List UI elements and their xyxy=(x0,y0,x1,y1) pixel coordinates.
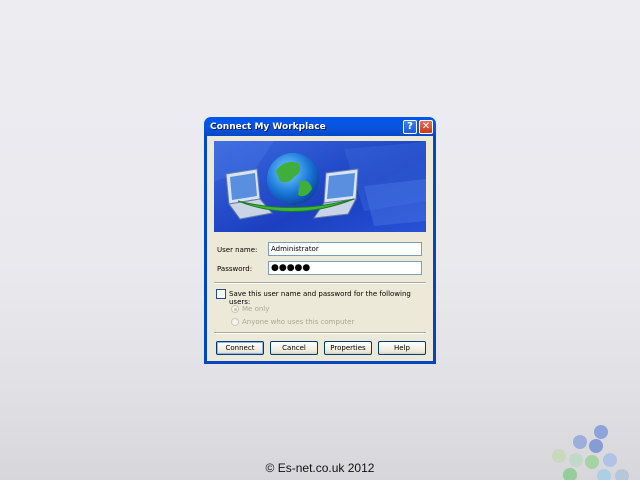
radio-anyone[interactable] xyxy=(231,318,239,326)
radio-me-only-label: Me only xyxy=(242,305,270,313)
network-banner-image xyxy=(214,141,426,232)
connect-button[interactable]: Connect xyxy=(216,341,264,355)
title-bar[interactable]: Connect My Workplace ? ✕ xyxy=(207,117,433,136)
divider xyxy=(214,332,426,334)
help-button[interactable]: Help xyxy=(378,341,426,355)
save-credentials-label: Save this user name and password for the… xyxy=(229,290,411,306)
close-icon[interactable]: ✕ xyxy=(419,120,433,134)
save-credentials-checkbox[interactable] xyxy=(216,289,226,299)
username-field[interactable]: Administrator xyxy=(268,242,422,256)
cancel-button[interactable]: Cancel xyxy=(270,341,318,355)
password-field[interactable]: ●●●●● xyxy=(268,261,422,275)
radio-me-only[interactable] xyxy=(231,305,239,313)
radio-selected-dot xyxy=(234,308,237,311)
copyright-footer: © Es-net.co.uk 2012 xyxy=(265,461,375,475)
network-connection-icon xyxy=(214,141,426,232)
properties-button[interactable]: Properties xyxy=(324,341,372,355)
divider xyxy=(214,282,426,284)
window-title: Connect My Workplace xyxy=(210,121,326,132)
esnet-bubbles-logo xyxy=(552,425,629,480)
password-label: Password: xyxy=(217,265,253,273)
radio-anyone-label: Anyone who uses this computer xyxy=(242,318,355,326)
username-label: User name: xyxy=(217,246,258,254)
dialog-body: User name: Administrator Password: ●●●●●… xyxy=(207,136,433,361)
help-icon[interactable]: ? xyxy=(403,120,417,134)
connect-dialog: Connect My Workplace ? ✕ User name: Admi… xyxy=(204,117,436,364)
